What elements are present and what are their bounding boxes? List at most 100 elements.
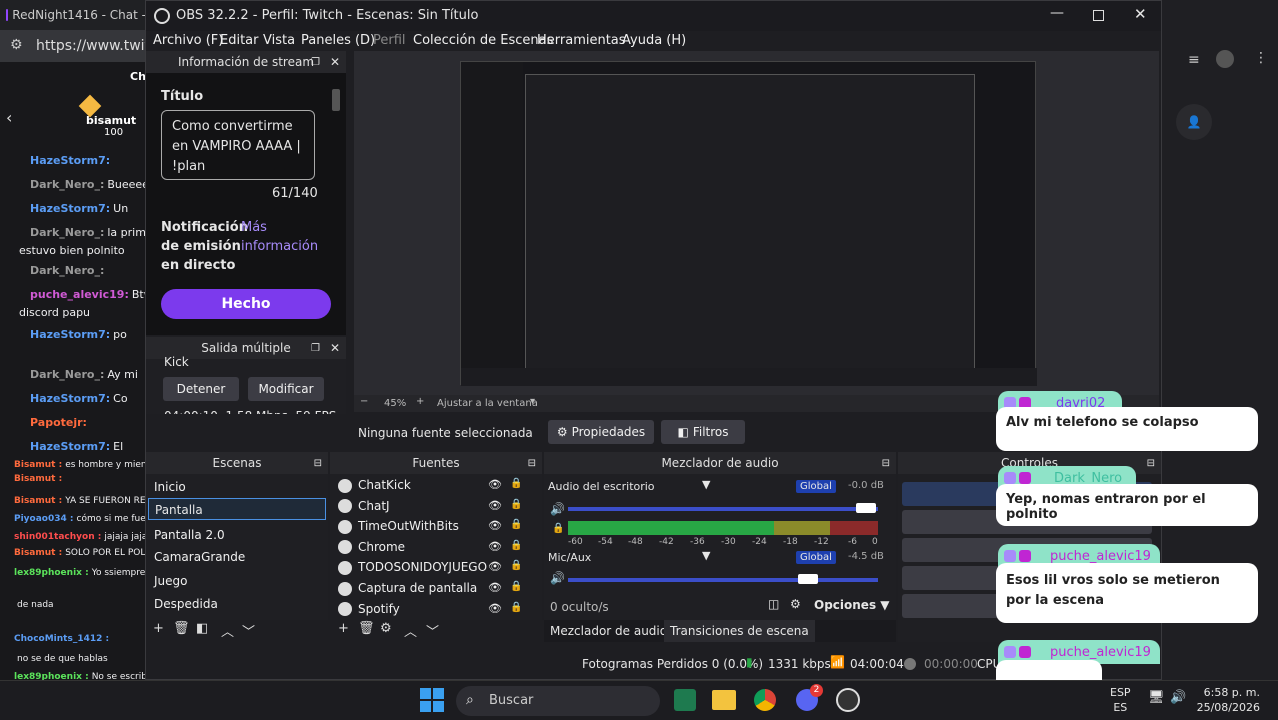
move-up-icon[interactable]: ︿ — [221, 621, 234, 640]
add-source-icon[interactable]: + — [338, 621, 349, 636]
menu-scene-collection[interactable]: Colección de Escenas — [413, 33, 553, 48]
scene-filter-icon[interactable]: ◧ — [196, 621, 208, 636]
done-button[interactable]: Hecho — [161, 289, 331, 319]
zoom-in-icon[interactable]: + — [416, 396, 424, 407]
source-item[interactable]: Captura de pantalla 👁 🔒 — [338, 581, 534, 596]
app-icon[interactable] — [674, 689, 696, 711]
move-up-icon[interactable]: ︿ — [404, 621, 417, 640]
move-down-icon[interactable]: ﹀ — [242, 621, 255, 640]
lock-icon[interactable]: 🔒 — [510, 581, 522, 592]
scene-item[interactable]: Despedida — [154, 597, 218, 611]
chrome-icon[interactable] — [754, 689, 776, 711]
source-item[interactable]: Chrome 👁 🔒 — [338, 540, 534, 555]
source-item[interactable]: ChatKick 👁 🔒 — [338, 478, 534, 493]
dock-menu-icon[interactable]: ⊟ — [314, 458, 322, 469]
language-indicator[interactable]: ESP ES — [1110, 685, 1131, 715]
filters-button[interactable]: ◧ Filtros — [661, 420, 745, 444]
lock-icon[interactable]: 🔒 — [510, 560, 522, 571]
volume-icon[interactable]: 🔊 — [1170, 690, 1186, 705]
network-icon[interactable]: 🖥 — [1148, 690, 1165, 705]
visibility-eye-icon[interactable]: 👁 — [488, 560, 502, 573]
visibility-eye-icon[interactable]: 👁 — [488, 499, 502, 512]
preview-area[interactable] — [354, 51, 1159, 395]
lock-icon[interactable]: 🔒 — [510, 478, 522, 489]
speaker-icon[interactable]: 🔊 — [550, 571, 565, 585]
chat-back-icon[interactable]: ‹ — [6, 108, 12, 127]
remove-scene-icon[interactable]: 🗑 — [173, 621, 190, 636]
source-item[interactable]: Spotify 👁 🔒 — [338, 602, 534, 617]
dock-close-icon[interactable]: ✕ — [330, 55, 340, 69]
lock-icon[interactable]: 🔒 — [510, 602, 522, 613]
dock-float-icon[interactable]: ❐ — [311, 343, 320, 354]
visibility-eye-icon[interactable]: 👁 — [488, 478, 502, 491]
menu-view[interactable]: Vista — [263, 33, 295, 48]
obs-taskbar-icon[interactable] — [836, 688, 860, 712]
user-avatar-icon[interactable]: 👤 — [1176, 104, 1212, 140]
taskbar-search[interactable]: ⌕ Buscar — [456, 686, 660, 716]
tab-audio-mixer[interactable]: Mezclador de audio — [550, 624, 667, 638]
chevron-down-icon[interactable]: ▾ — [530, 396, 535, 407]
visibility-eye-icon[interactable]: 👁 — [488, 602, 502, 615]
remove-source-icon[interactable]: 🗑 — [358, 621, 375, 636]
source-settings-icon[interactable]: ⚙ — [380, 621, 392, 636]
scene-item[interactable]: Inicio — [154, 480, 186, 494]
obs-minimize-icon[interactable]: — — [1050, 5, 1064, 21]
dock-menu-icon[interactable]: ⊟ — [882, 458, 890, 469]
dock-menu-icon[interactable]: ⊟ — [1147, 458, 1155, 469]
more-info-link[interactable]: Más información — [241, 218, 321, 256]
menu-help[interactable]: Ayuda (H) — [622, 33, 686, 48]
scene-item-selected[interactable]: Pantalla — [148, 498, 326, 520]
zoom-out-icon[interactable]: − — [360, 396, 368, 407]
lock-icon[interactable]: 🔒 — [510, 519, 522, 530]
bookmark-icon[interactable]: ≡ — [1188, 52, 1200, 68]
channel-menu-icon[interactable]: ▼ — [702, 549, 710, 562]
menu-file[interactable]: Archivo (F) — [153, 33, 223, 48]
profile-icon[interactable] — [1216, 50, 1234, 68]
visibility-eye-icon[interactable]: 👁 — [488, 581, 502, 594]
scene-item[interactable]: Pantalla 2.0 — [154, 528, 225, 542]
mixer-layout-icon[interactable]: ◫ — [768, 597, 779, 611]
mixer-options-button[interactable]: Opciones ▼ — [814, 598, 890, 612]
scene-item[interactable]: Juego — [154, 574, 188, 588]
tab-scene-transitions[interactable]: Transiciones de escena — [664, 620, 815, 642]
move-down-icon[interactable]: ﹀ — [426, 621, 439, 640]
obs-maximize-icon[interactable] — [1093, 10, 1104, 21]
browser-tab[interactable]: RedNight1416 - Chat - — [6, 4, 146, 26]
source-item[interactable]: TODOSONIDOYJUEGO 👁 🔒 — [338, 560, 534, 575]
visibility-eye-icon[interactable]: 👁 — [488, 540, 502, 553]
source-item[interactable]: TimeOutWithBits 👁 🔒 — [338, 519, 534, 534]
volume-slider-handle[interactable] — [856, 503, 876, 513]
menu-edit[interactable]: Editar — [220, 33, 259, 48]
dock-float-icon[interactable]: ❐ — [311, 57, 320, 68]
scene-item[interactable]: CamaraGrande — [154, 550, 245, 564]
dock-menu-icon[interactable]: ⊟ — [528, 458, 536, 469]
volume-slider-handle[interactable] — [798, 574, 818, 584]
visibility-eye-icon[interactable]: 👁 — [488, 519, 502, 532]
mixer-settings-icon[interactable]: ⚙ — [790, 597, 801, 611]
modify-output-button[interactable]: Modificar — [248, 377, 324, 401]
pinned-user[interactable]: bisamut 100 — [78, 94, 150, 138]
site-settings-icon[interactable]: ⚙ — [10, 37, 23, 53]
file-explorer-icon[interactable] — [712, 690, 736, 710]
chat-message: lex89phoenix :Yo ssiempre essuve — [14, 568, 150, 578]
dock-close-icon[interactable]: ✕ — [330, 341, 340, 355]
properties-button[interactable]: ⚙ Propiedades — [548, 420, 654, 444]
source-item[interactable]: ChatJ 👁 🔒 — [338, 499, 534, 514]
menu-docks[interactable]: Paneles (D) — [301, 33, 375, 48]
obs-close-icon[interactable]: ✕ — [1134, 5, 1147, 23]
stop-output-button[interactable]: Detener — [163, 377, 239, 401]
fit-window-label[interactable]: Ajustar a la ventana — [437, 398, 538, 409]
lock-icon[interactable]: 🔒 — [552, 523, 564, 534]
speaker-icon[interactable]: 🔊 — [550, 502, 565, 516]
menu-tools[interactable]: Herramientas — [537, 33, 626, 48]
add-scene-icon[interactable]: + — [153, 621, 164, 636]
lock-icon[interactable]: 🔒 — [510, 540, 522, 551]
channel-menu-icon[interactable]: ▼ — [702, 478, 710, 491]
clock[interactable]: 6:58 p. m. 25/08/2026 — [1196, 685, 1260, 715]
stream-info-scrollbar[interactable] — [332, 89, 340, 111]
start-icon[interactable] — [420, 688, 444, 712]
browser-menu-icon[interactable]: ⋮ — [1254, 50, 1268, 66]
menu-profile[interactable]: Perfil — [373, 33, 406, 48]
title-input[interactable]: Como convertirme en VAMPIRO AAAA | !plan — [161, 110, 315, 180]
lock-icon[interactable]: 🔒 — [510, 499, 522, 510]
